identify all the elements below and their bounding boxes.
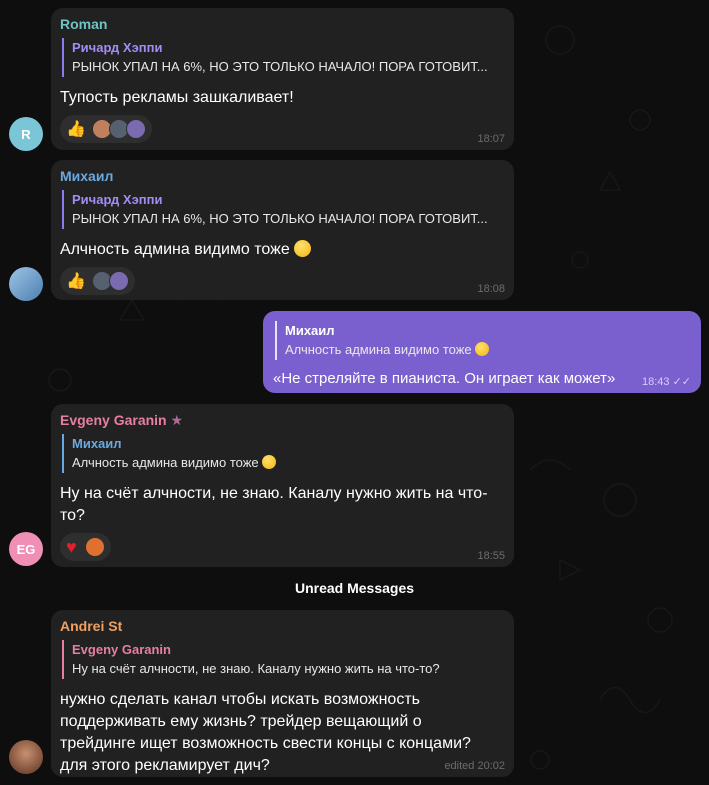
- message-bubble-outgoing[interactable]: Михаил Алчность админа видимо тоже «Не с…: [263, 311, 701, 393]
- reply-quote[interactable]: Evgeny Garanin Ну на счёт алчности, не з…: [62, 640, 505, 679]
- reply-text: Алчность админа видимо тоже: [72, 455, 259, 470]
- smile-emoji-icon: [262, 455, 277, 469]
- time-text: 18:43: [641, 376, 670, 388]
- sender-name-text: Evgeny Garanin: [60, 412, 167, 428]
- thumbs-up-icon: 👍: [66, 121, 86, 138]
- message-bubble-roman[interactable]: Roman Ричард Хэппи РЫНОК УПАЛ НА 6%, НО …: [51, 8, 514, 150]
- reply-text-wrapper: Алчность админа видимо тоже: [285, 342, 691, 358]
- message-time: 18:55: [477, 550, 505, 562]
- message-time: 18:08: [477, 283, 505, 295]
- heart-icon: ♥: [66, 536, 77, 557]
- avatar-mikhail[interactable]: [9, 267, 43, 301]
- reply-text: РЫНОК УПАЛ НА 6%, НО ЭТО ТОЛЬКО НАЧАЛО! …: [72, 211, 488, 226]
- double-check-icon: ✓✓: [672, 376, 691, 388]
- message-text-content: Алчность админа видимо тоже: [60, 241, 290, 258]
- reaction-thumbs-up[interactable]: 👍: [60, 267, 135, 295]
- reaction-heart[interactable]: ♥: [60, 533, 111, 561]
- message-time: 18:07: [477, 133, 505, 145]
- avatar-initials: R: [21, 126, 31, 142]
- message-time: edited 20:02: [444, 760, 505, 772]
- star-badge-icon: ★: [170, 412, 184, 428]
- reply-text-wrapper: Алчность админа видимо тоже: [72, 455, 505, 471]
- reaction-bar: ♥: [60, 533, 505, 561]
- sender-name[interactable]: Andrei St: [60, 618, 505, 634]
- reply-author: Evgeny Garanin: [72, 642, 171, 657]
- reply-author: Ричард Хэппи: [72, 192, 163, 207]
- reaction-bar: 👍: [60, 115, 505, 143]
- reaction-thumbs-up[interactable]: 👍: [60, 115, 152, 143]
- message-text: «Не стреляйте в пианиста. Он играет как …: [273, 370, 616, 387]
- message-time: 18:43 ✓✓: [642, 375, 691, 388]
- sender-name[interactable]: Михаил: [60, 168, 505, 184]
- message-bubble-andrei[interactable]: Andrei St Evgeny Garanin Ну на счёт алчн…: [51, 610, 514, 777]
- reply-text: Алчность админа видимо тоже: [285, 342, 472, 357]
- message-text: Ну на счёт алчности, не знаю. Каналу нуж…: [60, 485, 488, 524]
- reaction-bar: 👍: [60, 267, 505, 295]
- reactor-avatar: [108, 271, 129, 291]
- sender-name[interactable]: Roman: [60, 16, 505, 32]
- message-text: Тупость рекламы зашкаливает!: [60, 89, 294, 106]
- reply-author: Михаил: [285, 323, 335, 338]
- smile-emoji-icon: [294, 240, 312, 257]
- thumbs-up-icon: 👍: [66, 273, 86, 290]
- reactor-avatar: [84, 537, 105, 557]
- sender-name[interactable]: Evgeny Garanin ★: [60, 412, 505, 428]
- avatar-evgeny[interactable]: EG: [9, 532, 43, 566]
- message-text: нужно сделать канал чтобы искать возможн…: [60, 691, 471, 774]
- reply-text: РЫНОК УПАЛ НА 6%, НО ЭТО ТОЛЬКО НАЧАЛО! …: [72, 59, 488, 74]
- message-bubble-mikhail[interactable]: Михаил Ричард Хэппи РЫНОК УПАЛ НА 6%, НО…: [51, 160, 514, 300]
- reactor-avatar: [125, 119, 146, 139]
- message-text: Алчность админа видимо тоже: [60, 239, 505, 261]
- reply-quote[interactable]: Ричард Хэппи РЫНОК УПАЛ НА 6%, НО ЭТО ТО…: [62, 190, 505, 229]
- avatar-roman[interactable]: R: [9, 117, 43, 151]
- smile-emoji-icon: [475, 342, 490, 356]
- reply-author: Ричард Хэппи: [72, 40, 163, 55]
- reply-text: Ну на счёт алчности, не знаю. Каналу нуж…: [72, 661, 440, 676]
- reply-quote[interactable]: Михаил Алчность админа видимо тоже: [275, 321, 691, 360]
- reply-quote[interactable]: Михаил Алчность админа видимо тоже: [62, 434, 505, 473]
- unread-messages-divider: Unread Messages: [294, 580, 415, 596]
- reply-author: Михаил: [72, 436, 122, 451]
- message-bubble-evgeny[interactable]: Evgeny Garanin ★ Михаил Алчность админа …: [51, 404, 514, 567]
- avatar-andrei[interactable]: [9, 740, 43, 774]
- avatar-initials: EG: [16, 541, 36, 557]
- reply-quote[interactable]: Ричард Хэппи РЫНОК УПАЛ НА 6%, НО ЭТО ТО…: [62, 38, 505, 77]
